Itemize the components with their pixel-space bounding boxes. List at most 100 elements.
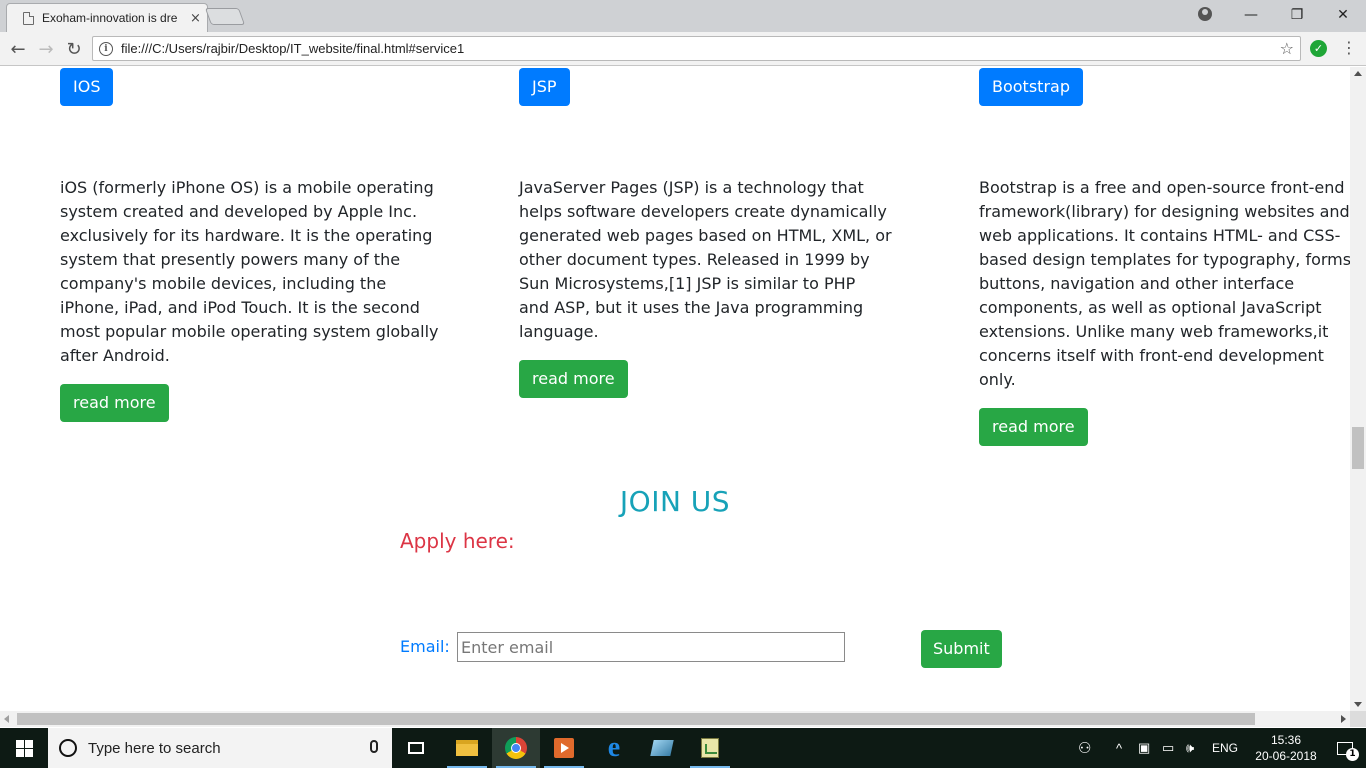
vertical-scrollbar[interactable] (1350, 67, 1366, 711)
page-viewport: IOS iOS (formerly iPhone OS) is a mobile… (0, 67, 1350, 711)
description-line: and ASP, but it uses the Java programmin… (519, 298, 864, 317)
profile-icon[interactable] (1198, 7, 1212, 21)
edge-browser-icon: e (607, 732, 621, 763)
info-icon[interactable]: i (99, 41, 113, 56)
description-line: iOS (formerly iPhone OS) is a mobile ope… (60, 178, 434, 197)
description-line: system that presently powers many of the (60, 250, 401, 269)
description-line: only. (979, 370, 1016, 389)
tab-close-icon[interactable]: × (190, 11, 201, 26)
description-line: concerns itself with front-end developme… (979, 346, 1324, 365)
edge-button[interactable]: e (590, 728, 638, 768)
file-explorer-button[interactable] (443, 728, 491, 768)
bootstrap-read-more-button[interactable]: read more (979, 408, 1088, 446)
bootstrap-description: Bootstrap is a free and open-source fron… (979, 176, 1350, 392)
description-line: components, as well as optional JavaScri… (979, 298, 1322, 317)
people-tray[interactable]: ⚇ (1078, 728, 1091, 768)
folder-icon (456, 740, 478, 756)
description-line: Sun Microsystems,[1] JSP is similar to P… (519, 274, 856, 293)
network-tray[interactable]: ▣ (1138, 728, 1150, 768)
description-line: system created and developed by Apple In… (60, 202, 418, 221)
taskbar-search-box[interactable]: Type here to search (48, 728, 392, 768)
task-view-icon (408, 742, 424, 754)
join-us-heading: JOIN US (619, 485, 731, 518)
browser-toolbar: ← → ↻ i file:///C:/Users/rajbir/Desktop/… (0, 32, 1366, 66)
minimize-button[interactable]: — (1228, 0, 1274, 30)
media-player-button[interactable] (540, 728, 588, 768)
scrollbar-corner (1350, 711, 1366, 727)
battery-tray[interactable]: ▭ (1162, 728, 1174, 768)
horizontal-scroll-thumb[interactable] (17, 713, 1255, 725)
email-label: Email: (400, 637, 450, 656)
action-center-button[interactable]: 1 (1324, 728, 1366, 768)
start-button[interactable] (0, 728, 48, 768)
chevron-up-icon[interactable]: ^ (1116, 741, 1122, 756)
description-line: extensions. Unlike many web frameworks,i… (979, 322, 1329, 341)
browser-tabstrip: Exoham-innovation is dre × — ❐ ✕ (0, 0, 1366, 32)
browser-menu-icon[interactable]: ⋮ (1341, 38, 1357, 57)
chrome-taskbar-button[interactable] (492, 728, 540, 768)
new-tab-button[interactable] (204, 8, 246, 25)
tray-chevron[interactable]: ^ (1116, 728, 1122, 768)
windows-logo-icon (15, 739, 33, 757)
volume-tray[interactable]: 🕪 (1186, 728, 1194, 768)
description-line: Bootstrap is a free and open-source fron… (979, 178, 1345, 197)
network-icon[interactable]: ▣ (1138, 740, 1150, 756)
apply-here-label: Apply here: (400, 529, 515, 553)
language-indicator[interactable]: ENG (1212, 728, 1238, 768)
taskbar: Type here to search e ⚇ ^ ▣ ▭ 🕪 ENG 15:3… (0, 728, 1366, 768)
scroll-down-arrow-icon[interactable] (1354, 702, 1362, 707)
people-icon[interactable]: ⚇ (1078, 739, 1091, 757)
jsp-description: JavaServer Pages (JSP) is a technology t… (519, 176, 911, 344)
taskbar-clock[interactable]: 15:36 20-06-2018 (1248, 732, 1324, 764)
page-favicon-icon (23, 11, 34, 25)
close-window-button[interactable]: ✕ (1320, 0, 1366, 30)
reload-button[interactable]: ↻ (62, 37, 86, 61)
description-line: exclusively for its hardware. It is the … (60, 226, 433, 245)
submit-button[interactable]: Submit (921, 630, 1002, 668)
speaker-icon[interactable]: 🕪 (1186, 740, 1194, 756)
ios-tag-button[interactable]: IOS (60, 68, 114, 106)
battery-icon[interactable]: ▭ (1162, 740, 1174, 756)
bookmark-star-icon[interactable]: ☆ (1280, 39, 1294, 58)
microphone-icon[interactable] (370, 740, 378, 753)
scroll-right-arrow-icon[interactable] (1341, 715, 1346, 723)
description-line: iPhone, iPad, and iPod Touch. It is the … (60, 298, 420, 317)
description-line: language. (519, 322, 599, 341)
description-line: JavaServer Pages (JSP) is a technology t… (519, 178, 864, 197)
extension-check-icon[interactable]: ✓ (1310, 40, 1327, 57)
url-text[interactable]: file:///C:/Users/rajbir/Desktop/IT_websi… (121, 41, 464, 56)
scroll-left-arrow-icon[interactable] (4, 715, 9, 723)
ios-read-more-button[interactable]: read more (60, 384, 169, 422)
notification-count-badge: 1 (1346, 747, 1359, 761)
description-line: buttons, navigation and other interface (979, 274, 1295, 293)
jsp-tag-button[interactable]: JSP (519, 68, 570, 106)
scroll-up-arrow-icon[interactable] (1354, 71, 1362, 76)
email-input[interactable] (457, 632, 845, 662)
task-view-button[interactable] (392, 728, 440, 768)
clock-date: 20-06-2018 (1255, 749, 1317, 763)
description-line: framework(library) for designing website… (979, 202, 1350, 221)
ios-description: iOS (formerly iPhone OS) is a mobile ope… (60, 176, 452, 368)
vertical-scroll-thumb[interactable] (1352, 427, 1364, 469)
address-bar[interactable]: i file:///C:/Users/rajbir/Desktop/IT_web… (92, 36, 1301, 61)
description-line: based design templates for typography, f… (979, 250, 1350, 269)
back-button[interactable]: ← (6, 37, 30, 61)
app-5-button[interactable] (638, 728, 686, 768)
chart-app-icon (701, 738, 719, 758)
cortana-circle-icon (59, 739, 77, 757)
app-icon (650, 740, 674, 756)
search-placeholder[interactable]: Type here to search (88, 740, 221, 757)
clock-time: 15:36 (1270, 733, 1302, 747)
bootstrap-tag-button[interactable]: Bootstrap (979, 68, 1083, 106)
maximize-button[interactable]: ❐ (1274, 0, 1320, 30)
jsp-read-more-button[interactable]: read more (519, 360, 628, 398)
app-6-button[interactable] (686, 728, 734, 768)
description-line: web applications. It contains HTML- and … (979, 226, 1341, 245)
notification-icon: 1 (1337, 741, 1359, 761)
horizontal-scrollbar[interactable] (0, 711, 1350, 727)
browser-tab[interactable]: Exoham-innovation is dre × (6, 3, 208, 32)
media-player-icon (554, 738, 574, 758)
description-line: after Android. (60, 346, 170, 365)
forward-button[interactable]: → (34, 37, 58, 61)
chrome-icon (505, 737, 527, 759)
